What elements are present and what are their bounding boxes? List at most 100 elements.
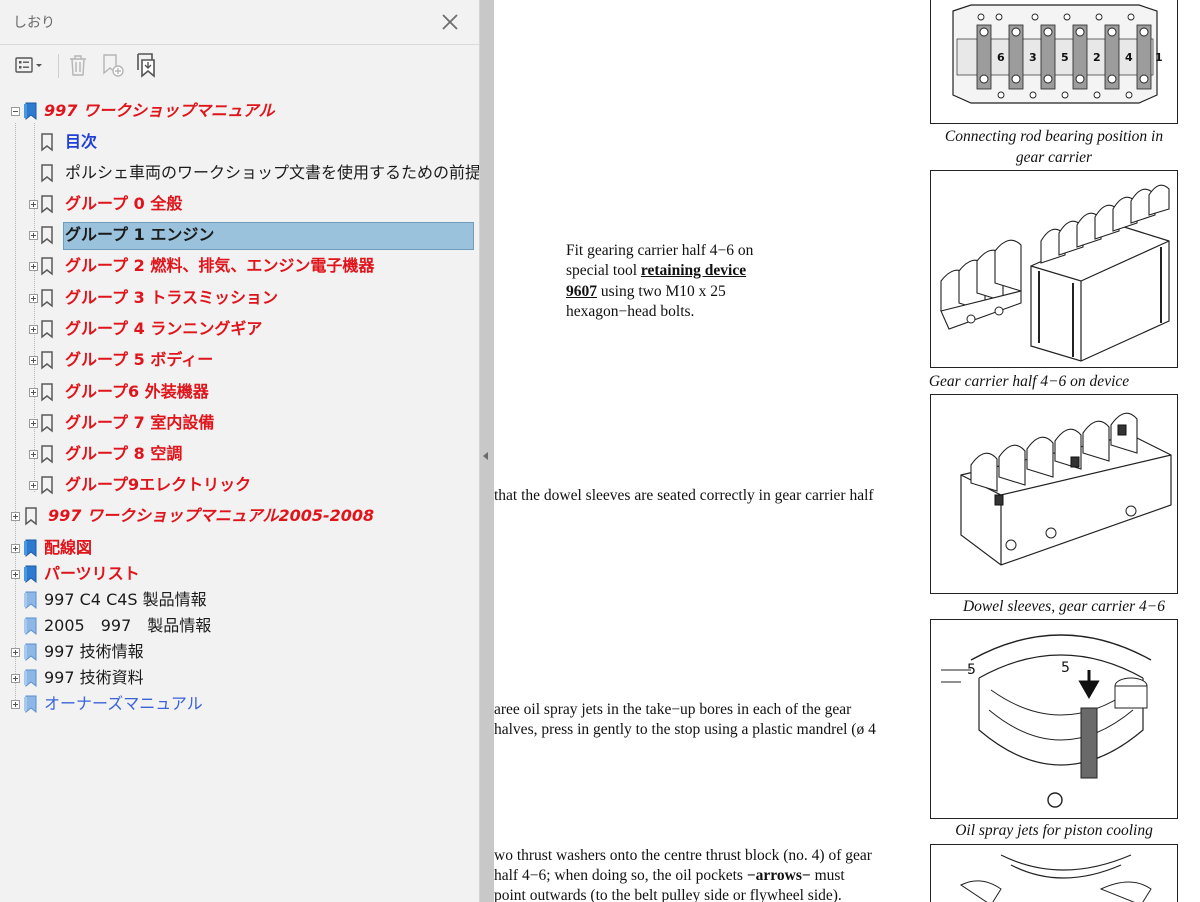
toolbar-divider xyxy=(58,54,59,78)
figure-caption-carrier: Gear carrier half 4−6 on device xyxy=(928,373,1130,390)
expand-toggle[interactable] xyxy=(29,450,38,459)
bookmark-group-0[interactable]: グループ 0 全般 xyxy=(0,190,479,218)
bookmark-label: 997 ワークショップマニュアル2005-2008 xyxy=(48,506,375,525)
bookmark-label: 配線図 xyxy=(44,538,93,557)
bookmark-group-7[interactable]: グループ 7 室内設備 xyxy=(0,409,479,437)
thrust-line-3: point outwards (to the belt pulley side … xyxy=(494,887,842,902)
thrust-line-2: half 4−6; when doing so, the oil pockets… xyxy=(494,866,845,887)
bookmark-group-8[interactable]: グループ 8 空調 xyxy=(0,440,479,468)
bookmark-group-5[interactable]: グループ 5 ボディー xyxy=(0,346,479,374)
bookmark-owners-manual[interactable]: オーナーズマニュアル xyxy=(0,690,479,718)
bearing-number: 6 xyxy=(997,51,1005,64)
bookmark-label: 2005 997 製品情報 xyxy=(44,616,212,635)
bookmark-group-9[interactable]: グループ9エレクトリック xyxy=(0,471,479,499)
bookmark-label: グループ 5 ボディー xyxy=(65,350,214,369)
panel-header: しおり xyxy=(0,0,479,44)
expand-toggle[interactable] xyxy=(29,419,38,428)
bookmark-group-icon xyxy=(23,565,39,584)
expand-toggle[interactable] xyxy=(29,231,38,240)
retaining-device-link[interactable]: retaining device xyxy=(641,262,746,279)
bookmark-icon xyxy=(39,476,55,495)
figure-oil-spray-jets: 5 5 xyxy=(930,619,1178,819)
bearing-number: 1 xyxy=(1155,51,1163,64)
figure-caption-oil-spray: Oil spray jets for piston cooling xyxy=(955,822,1153,839)
bookmark-label: グループ 4 ランニングギア xyxy=(65,319,263,338)
document-page: Fit gearing carrier half 4−6 on special … xyxy=(494,0,1200,902)
bookmark-group-4[interactable]: グループ 4 ランニングギア xyxy=(0,315,479,343)
expand-toggle[interactable] xyxy=(29,325,38,334)
list-options-icon[interactable] xyxy=(14,51,48,79)
bookmarks-panel: しおり 997 ワークショップマニュアル 目次 ポルシェ車両のワークショップ文書… xyxy=(0,0,480,902)
trash-icon[interactable] xyxy=(66,51,90,79)
expand-toggle[interactable] xyxy=(29,356,38,365)
figure-mark: 5 xyxy=(967,662,976,678)
bookmark-label: グループ 3 トラスミッション xyxy=(65,288,278,307)
bookmark-group-icon xyxy=(23,669,39,688)
bookmark-toolbar xyxy=(0,48,479,84)
bookmark-label: オーナーズマニュアル xyxy=(44,694,203,713)
bookmark-icon xyxy=(39,257,55,276)
figure-dowel-sleeves xyxy=(930,394,1178,594)
bookmark-icon xyxy=(39,195,55,214)
bookmark-icon xyxy=(39,351,55,370)
expand-toggle[interactable] xyxy=(11,512,20,521)
bookmark-group-2[interactable]: グループ 2 燃料、排気、エンジン電子機器 xyxy=(0,252,479,280)
bookmark-label: グループ6 外装機器 xyxy=(65,382,209,401)
bookmark-c4-product-info[interactable]: 997 C4 C4S 製品情報 xyxy=(0,586,479,614)
oil-spray-line-2: halves, press in gently to the stop usin… xyxy=(494,721,876,738)
bookmark-group-6[interactable]: グループ6 外装機器 xyxy=(0,378,479,406)
bookmark-tech-docs[interactable]: 997 技術資料 xyxy=(0,664,479,692)
bearing-number: 2 xyxy=(1093,51,1101,64)
expand-toggle[interactable] xyxy=(11,648,20,657)
expand-toggle[interactable] xyxy=(29,481,38,490)
fit-gearing-line-1: Fit gearing carrier half 4−6 on xyxy=(566,242,754,259)
bookmark-icon xyxy=(39,414,55,433)
collapse-arrow-icon[interactable] xyxy=(483,452,488,460)
bookmark-label: 997 技術情報 xyxy=(44,642,144,661)
expand-toggle[interactable] xyxy=(29,294,38,303)
bookmark-label: グループ 0 全般 xyxy=(65,194,183,213)
expand-bookmark-icon[interactable] xyxy=(133,51,161,79)
expand-toggle[interactable] xyxy=(11,544,20,553)
bookmark-group-3[interactable]: グループ 3 トラスミッション xyxy=(0,284,479,312)
close-icon[interactable] xyxy=(438,10,462,34)
bookmark-group-1-selected[interactable]: グループ 1 エンジン xyxy=(0,221,479,250)
bookmark-icon xyxy=(39,226,55,245)
expand-toggle[interactable] xyxy=(11,674,20,683)
arrows-emphasis: −arrows− xyxy=(746,867,811,884)
expand-toggle[interactable] xyxy=(29,262,38,271)
bearing-number: 4 xyxy=(1125,51,1133,64)
tool-9607-link[interactable]: 9607 xyxy=(566,283,597,300)
bookmark-label: ポルシェ車両のワークショップ文書を使用するための前提条件 xyxy=(65,163,480,182)
expand-toggle[interactable] xyxy=(29,200,38,209)
bookmark-group-icon xyxy=(23,591,39,610)
bookmark-group-icon xyxy=(23,695,39,714)
bookmark-icon xyxy=(39,164,55,183)
expand-toggle[interactable] xyxy=(11,570,20,579)
bookmark-add-icon[interactable] xyxy=(100,51,126,79)
bookmark-parts-list[interactable]: パーツリスト xyxy=(0,560,479,588)
bookmark-prerequisites[interactable]: ポルシェ車両のワークショップ文書を使用するための前提条件 xyxy=(0,159,480,187)
bookmark-label: 目次 xyxy=(65,132,98,151)
bookmark-icon xyxy=(39,383,55,402)
bookmark-label: グループ 8 空調 xyxy=(65,444,183,463)
oil-spray-line-1: aree oil spray jets in the take−up bores… xyxy=(494,701,852,718)
expand-toggle[interactable] xyxy=(11,700,20,709)
bookmark-997-manual-2005-2008[interactable]: 997 ワークショップマニュアル2005-2008 xyxy=(0,502,479,530)
bookmark-group-icon xyxy=(23,617,39,636)
text-fragment: half 4−6; when doing so, the oil pockets xyxy=(494,867,747,884)
bookmark-group-icon xyxy=(23,539,39,558)
text-fragment: must xyxy=(810,867,845,884)
text-fragment: using two M10 x 25 xyxy=(597,283,726,300)
bookmark-tech-info[interactable]: 997 技術情報 xyxy=(0,638,479,666)
text-fragment: special tool xyxy=(566,262,641,279)
bookmark-wiring-diagram[interactable]: 配線図 xyxy=(0,534,479,562)
bookmark-997-workshop-manual[interactable]: 997 ワークショップマニュアル xyxy=(0,97,479,125)
bookmark-2005-product-info[interactable]: 2005 997 製品情報 xyxy=(0,612,479,640)
expand-toggle[interactable] xyxy=(29,388,38,397)
bookmark-toc[interactable]: 目次 xyxy=(0,128,479,156)
bookmark-group-icon xyxy=(23,102,39,121)
collapse-toggle[interactable] xyxy=(11,107,20,116)
figure-mark: 5 xyxy=(1061,660,1070,676)
panel-splitter[interactable] xyxy=(480,0,494,902)
